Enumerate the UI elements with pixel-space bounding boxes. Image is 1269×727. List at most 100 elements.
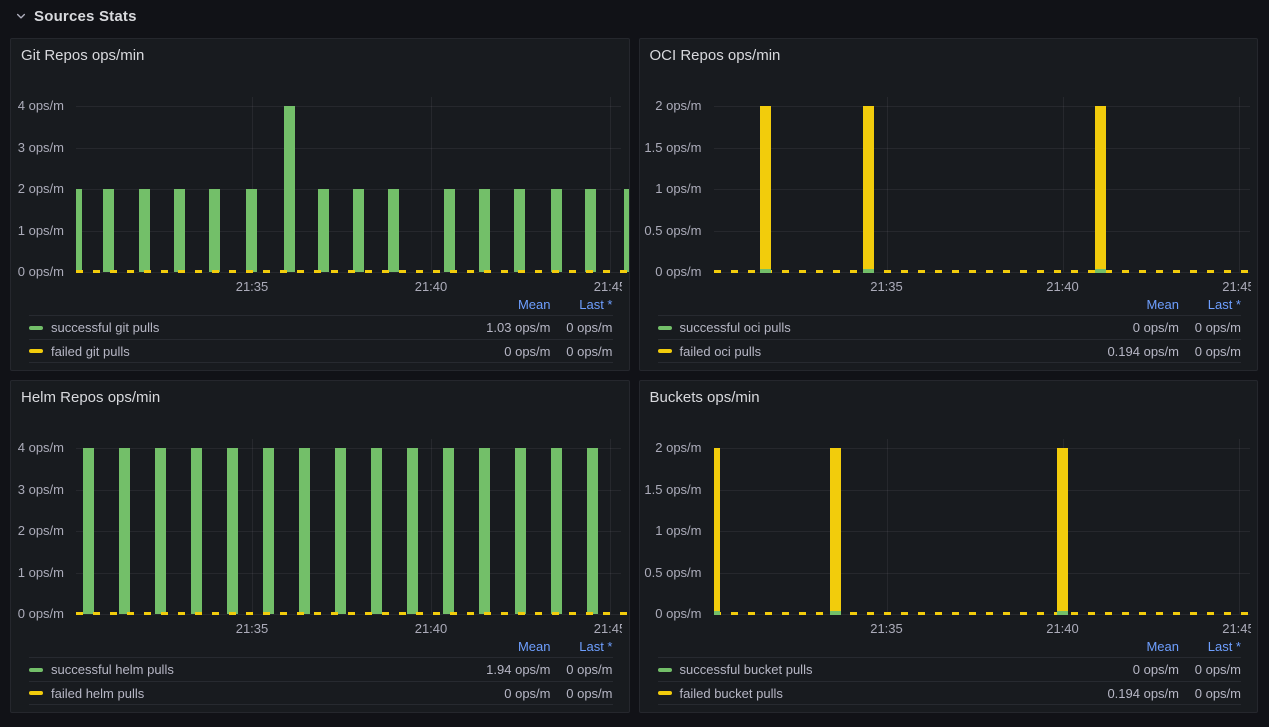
- x-axis-label: 21:45: [1222, 621, 1250, 636]
- x-axis-label: 21:40: [1046, 279, 1079, 294]
- chart-bar[interactable]: [139, 189, 150, 272]
- chart-bar[interactable]: [83, 448, 94, 614]
- chart-plot[interactable]: [76, 439, 629, 619]
- legend-row: successful bucket pulls0 ops/m0 ops/m: [658, 657, 1242, 681]
- series-color-swatch: [658, 326, 672, 330]
- chart-bar[interactable]: [714, 448, 721, 614]
- legend-series-label[interactable]: failed oci pulls: [680, 344, 1080, 359]
- chart-bar[interactable]: [263, 448, 274, 614]
- legend-header-mean[interactable]: Mean: [451, 639, 551, 654]
- y-axis-label: 3 ops/m: [18, 140, 64, 156]
- legend-header-last[interactable]: Last *: [551, 639, 613, 654]
- y-axis-label: 2 ops/m: [655, 98, 701, 114]
- chart-bar[interactable]: [299, 448, 310, 614]
- series-color-swatch: [658, 668, 672, 672]
- chart-bar[interactable]: [318, 189, 329, 272]
- x-axis-label: 21:45: [1222, 279, 1250, 294]
- chart-plot[interactable]: [714, 97, 1258, 277]
- chart-bar[interactable]: [335, 448, 346, 614]
- chart-bar[interactable]: [760, 106, 771, 272]
- panel-buckets-ops-min: Buckets ops/min 2 ops/m1.5 ops/m1 ops/m0…: [639, 380, 1259, 713]
- legend-series-label[interactable]: failed helm pulls: [51, 686, 451, 701]
- chart-bar[interactable]: [388, 189, 399, 272]
- chart-bar[interactable]: [174, 189, 185, 272]
- y-axis-label: 0 ops/m: [655, 606, 701, 622]
- legend-header-mean[interactable]: Mean: [451, 297, 551, 312]
- legend-series-label[interactable]: successful helm pulls: [51, 662, 451, 677]
- chart-bar[interactable]: [284, 106, 295, 272]
- legend-last-value: 0 ops/m: [551, 662, 613, 677]
- legend-rows: successful git pulls1.03 ops/m0 ops/mfai…: [29, 315, 613, 363]
- chart-bar[interactable]: [1095, 106, 1106, 272]
- series-color-swatch: [29, 691, 43, 695]
- chart-bar[interactable]: [246, 189, 257, 272]
- legend-series-label[interactable]: successful bucket pulls: [680, 662, 1080, 677]
- chart-plot[interactable]: [714, 439, 1258, 619]
- legend-header-last[interactable]: Last *: [551, 297, 613, 312]
- legend-last-value: 0 ops/m: [551, 320, 613, 335]
- chart-bar[interactable]: [551, 448, 562, 614]
- panel-git-repos-ops-min: Git Repos ops/min 4 ops/m3 ops/m2 ops/m1…: [10, 38, 630, 371]
- legend-series-label[interactable]: failed bucket pulls: [680, 686, 1080, 701]
- legend-header: Mean Last *: [29, 635, 613, 657]
- chart-bar[interactable]: [103, 189, 114, 272]
- chart-bar[interactable]: [830, 448, 841, 614]
- legend-row: failed helm pulls0 ops/m0 ops/m: [29, 681, 613, 705]
- legend-row: successful helm pulls1.94 ops/m0 ops/m: [29, 657, 613, 681]
- chart-bar[interactable]: [514, 189, 525, 272]
- x-axis-label: 21:35: [870, 621, 903, 636]
- y-axis-label: 1 ops/m: [655, 523, 701, 539]
- legend-mean-value: 0 ops/m: [1079, 320, 1179, 335]
- legend-series-label[interactable]: successful git pulls: [51, 320, 451, 335]
- y-axis-label: 1 ops/m: [655, 181, 701, 197]
- zero-value-dash-line: [76, 612, 629, 615]
- chart-bar[interactable]: [119, 448, 130, 614]
- series-color-swatch: [29, 668, 43, 672]
- legend-header-mean[interactable]: Mean: [1079, 639, 1179, 654]
- chart-bar[interactable]: [76, 189, 82, 272]
- legend-row: successful oci pulls0 ops/m0 ops/m: [658, 315, 1242, 339]
- chart-bar[interactable]: [353, 189, 364, 272]
- legend-row: failed oci pulls0.194 ops/m0 ops/m: [658, 339, 1242, 363]
- chart-bar[interactable]: [209, 189, 220, 272]
- legend-header-mean[interactable]: Mean: [1079, 297, 1179, 312]
- y-axis-label: 0 ops/m: [18, 606, 64, 622]
- panel-oci-repos-ops-min: OCI Repos ops/min 2 ops/m1.5 ops/m1 ops/…: [639, 38, 1259, 371]
- legend-header-last[interactable]: Last *: [1179, 297, 1241, 312]
- panel-title[interactable]: OCI Repos ops/min: [650, 47, 1248, 64]
- panel-title[interactable]: Git Repos ops/min: [21, 47, 619, 64]
- legend-header-last[interactable]: Last *: [1179, 639, 1241, 654]
- chart-bar[interactable]: [227, 448, 238, 614]
- chart-bar[interactable]: [371, 448, 382, 614]
- chart-bar[interactable]: [863, 106, 874, 272]
- chart-bar[interactable]: [191, 448, 202, 614]
- chart-bar[interactable]: [407, 448, 418, 614]
- legend-last-value: 0 ops/m: [1179, 662, 1241, 677]
- section-header-sources-stats[interactable]: Sources Stats: [0, 0, 1269, 32]
- chart-bar[interactable]: [551, 189, 562, 272]
- chart-bar[interactable]: [587, 448, 598, 614]
- legend-mean-value: 0 ops/m: [1079, 662, 1179, 677]
- legend-series-label[interactable]: successful oci pulls: [680, 320, 1080, 335]
- dashboard-grid: Git Repos ops/min 4 ops/m3 ops/m2 ops/m1…: [0, 32, 1269, 713]
- legend-series-label[interactable]: failed git pulls: [51, 344, 451, 359]
- chart-bar[interactable]: [155, 448, 166, 614]
- chart-bar[interactable]: [479, 448, 490, 614]
- y-axis-label: 2 ops/m: [655, 440, 701, 456]
- zero-value-base-tick: [760, 269, 771, 273]
- legend-rows: successful oci pulls0 ops/m0 ops/mfailed…: [658, 315, 1242, 363]
- zero-value-dash-line: [76, 270, 629, 273]
- legend-mean-value: 0.194 ops/m: [1079, 686, 1179, 701]
- legend-last-value: 0 ops/m: [551, 344, 613, 359]
- chart-bar[interactable]: [515, 448, 526, 614]
- panel-title[interactable]: Buckets ops/min: [650, 389, 1248, 406]
- chart-bar[interactable]: [479, 189, 490, 272]
- chart-bar[interactable]: [443, 448, 454, 614]
- panel-title[interactable]: Helm Repos ops/min: [21, 389, 619, 406]
- chart-bar[interactable]: [1057, 448, 1068, 614]
- chart-bar[interactable]: [585, 189, 596, 272]
- x-axis-label: 21:35: [236, 621, 269, 636]
- chart-bar[interactable]: [624, 189, 629, 272]
- chart-plot[interactable]: [76, 97, 629, 277]
- chart-bar[interactable]: [444, 189, 455, 272]
